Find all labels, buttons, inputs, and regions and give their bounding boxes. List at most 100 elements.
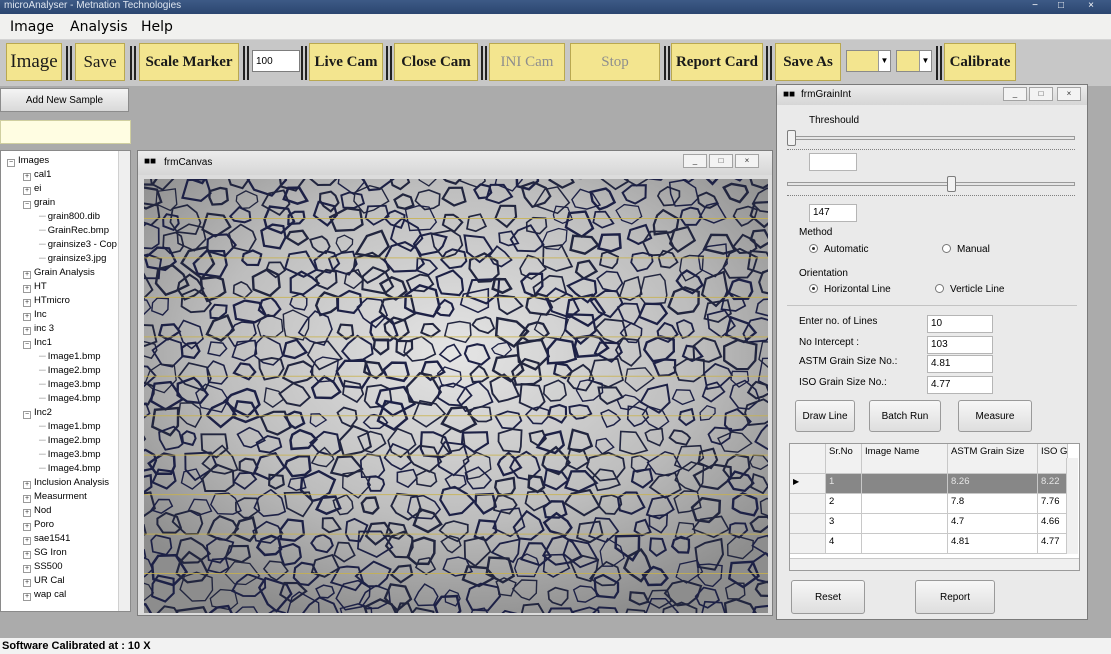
minimize-icon[interactable]: _ (1003, 87, 1027, 101)
save-button[interactable]: Save (75, 43, 125, 81)
expand-icon[interactable]: + (23, 313, 31, 321)
scale-marker-button[interactable]: Scale Marker (139, 43, 239, 81)
tree-item[interactable]: + SG Iron (23, 546, 67, 560)
tree-item[interactable]: + wap cal (23, 588, 66, 602)
tree-item[interactable]: + HT (23, 280, 47, 294)
grid-cell[interactable]: 1 (826, 474, 862, 494)
grid-cell[interactable] (862, 534, 948, 554)
close-cam-button[interactable]: Close Cam (394, 43, 478, 81)
orientation-horizontal-radio[interactable]: Horizontal Line (809, 284, 891, 295)
expand-icon[interactable]: + (23, 551, 31, 559)
expand-icon[interactable]: + (23, 523, 31, 531)
collapse-icon[interactable]: − (23, 411, 31, 419)
astm-field[interactable]: 4.81 (927, 355, 993, 373)
tree-item[interactable]: ─ Image2.bmp (39, 364, 101, 378)
menu-image[interactable]: Image (10, 19, 54, 35)
measure-button[interactable]: Measure (958, 400, 1032, 432)
tree-item[interactable]: ─ grainsize3.jpg (39, 252, 106, 266)
tree-item[interactable]: ─ Image2.bmp (39, 434, 101, 448)
grid-vertical-scrollbar[interactable] (1066, 458, 1078, 554)
image-button[interactable]: Image (6, 43, 62, 81)
results-grid[interactable]: Sr.NoImage NameASTM Grain SizeISO G Size… (789, 443, 1080, 571)
tree-item[interactable]: ─ Image4.bmp (39, 462, 101, 476)
grid-cell[interactable]: 4.81 (948, 534, 1038, 554)
close-icon[interactable]: × (1082, 0, 1100, 12)
orientation-verticle-radio[interactable]: Verticle Line (935, 284, 1004, 295)
tree-item[interactable]: − Inc2 (23, 406, 52, 420)
grid-cell[interactable]: 3 (826, 514, 862, 534)
method-automatic-radio[interactable]: Automatic (809, 244, 868, 255)
tree-item[interactable]: ─ Image3.bmp (39, 448, 101, 462)
tree-item[interactable]: ─ grain800.dib (39, 210, 100, 224)
tree-item[interactable]: + ei (23, 182, 41, 196)
grid-cell[interactable]: 7.8 (948, 494, 1038, 514)
tree-item[interactable]: + Grain Analysis (23, 266, 95, 280)
maximize-icon[interactable]: □ (1029, 87, 1053, 101)
expand-icon[interactable]: + (23, 579, 31, 587)
reset-button[interactable]: Reset (791, 580, 865, 614)
zoom-input[interactable] (252, 50, 300, 72)
intercept-field[interactable]: 103 (927, 336, 993, 354)
save-as-button[interactable]: Save As (775, 43, 841, 81)
expand-icon[interactable]: + (23, 495, 31, 503)
stop-button[interactable]: Stop (570, 43, 660, 81)
grid-cell[interactable] (862, 494, 948, 514)
expand-icon[interactable]: + (23, 173, 31, 181)
tree-item[interactable]: + HTmicro (23, 294, 70, 308)
grid-horizontal-scrollbar[interactable] (790, 558, 1079, 570)
tree-item[interactable]: + Inc (23, 308, 47, 322)
threshold-value-field[interactable]: 147 (809, 204, 857, 222)
live-cam-button[interactable]: Live Cam (309, 43, 383, 81)
maximize-icon[interactable]: □ (709, 154, 733, 168)
expand-icon[interactable]: + (23, 285, 31, 293)
collapse-icon[interactable]: − (7, 159, 15, 167)
add-new-sample-button[interactable]: Add New Sample (0, 88, 129, 112)
threshold-slider-thumb[interactable] (787, 130, 796, 146)
sample-name-input[interactable] (0, 120, 131, 144)
menu-analysis[interactable]: Analysis (70, 19, 128, 35)
tree-item[interactable]: ─ Image3.bmp (39, 378, 101, 392)
report-button[interactable]: Report (915, 580, 995, 614)
iso-field[interactable]: 4.77 (927, 376, 993, 394)
expand-icon[interactable]: + (23, 509, 31, 517)
tree-item[interactable]: − Inc1 (23, 336, 52, 350)
tree-item[interactable]: − grain (23, 196, 55, 210)
quality-combo[interactable]: ▼ (896, 50, 932, 72)
tree-scrollbar[interactable] (118, 151, 130, 611)
grid-cell[interactable]: 4.66 (1038, 514, 1068, 534)
tree-item[interactable]: + Inclusion Analysis (23, 476, 109, 490)
maximize-icon[interactable]: □ (1052, 0, 1070, 12)
tree-item[interactable]: + Nod (23, 504, 51, 518)
grid-cell[interactable]: 8.26 (948, 474, 1038, 494)
report-card-button[interactable]: Report Card (671, 43, 763, 81)
grid-cell[interactable] (862, 514, 948, 534)
expand-icon[interactable]: + (23, 565, 31, 573)
draw-line-button[interactable]: Draw Line (795, 400, 855, 432)
expand-icon[interactable]: + (23, 299, 31, 307)
minimize-icon[interactable]: _ (683, 154, 707, 168)
tree-item[interactable]: + inc 3 (23, 322, 54, 336)
grid-cell[interactable] (862, 474, 948, 494)
tree-item[interactable]: + SS500 (23, 560, 63, 574)
method-manual-radio[interactable]: Manual (942, 244, 990, 255)
tree-item[interactable]: ─ Image4.bmp (39, 392, 101, 406)
expand-icon[interactable]: + (23, 481, 31, 489)
expand-icon[interactable]: + (23, 187, 31, 195)
tree-item[interactable]: ─ grainsize3 - Cop (39, 238, 117, 252)
collapse-icon[interactable]: − (23, 201, 31, 209)
calibrate-button[interactable]: Calibrate (944, 43, 1016, 81)
close-icon[interactable]: × (1057, 87, 1081, 101)
expand-icon[interactable]: + (23, 327, 31, 335)
grid-cell[interactable]: 4 (826, 534, 862, 554)
tree-item[interactable]: ─ Image1.bmp (39, 420, 101, 434)
threshold-high-slider-track[interactable] (787, 182, 1075, 186)
tree-item[interactable]: + Measurment (23, 490, 87, 504)
lines-field[interactable]: 10 (927, 315, 993, 333)
menu-help[interactable]: Help (141, 19, 173, 35)
threshold-low-field[interactable] (809, 153, 857, 171)
expand-icon[interactable]: + (23, 537, 31, 545)
expand-icon[interactable]: + (23, 593, 31, 601)
format-combo[interactable]: ▼ (846, 50, 891, 72)
microstructure-image[interactable] (144, 179, 768, 613)
tree-item[interactable]: + cal1 (23, 168, 51, 182)
